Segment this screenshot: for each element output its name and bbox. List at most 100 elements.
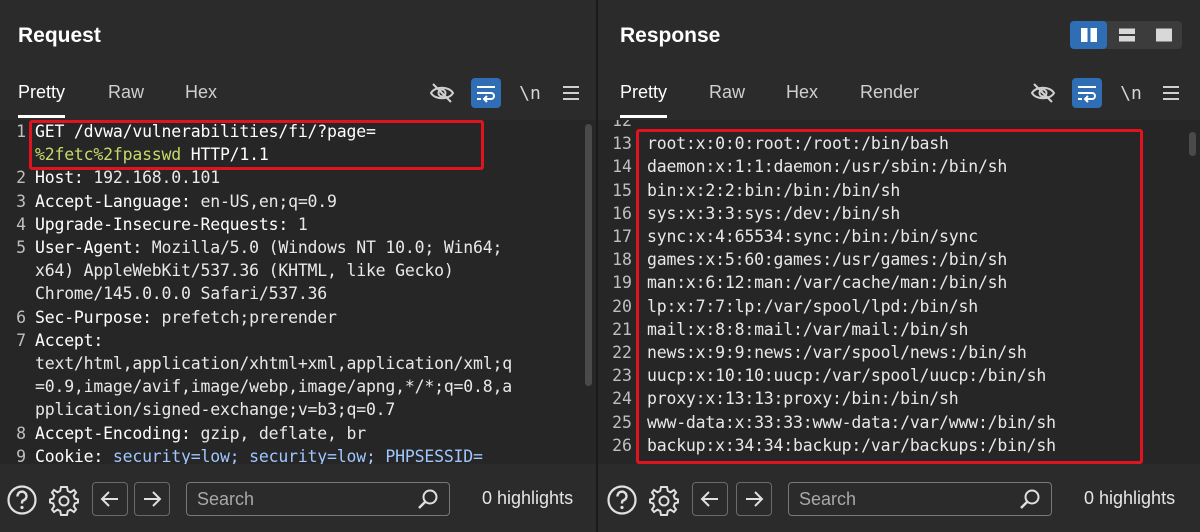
line-number: 6	[16, 307, 26, 327]
line-number: 23	[612, 366, 632, 386]
next-button[interactable]	[134, 482, 170, 516]
search-icon[interactable]	[417, 488, 439, 515]
tab-pretty[interactable]: Pretty	[620, 68, 668, 118]
tab-hex[interactable]: Hex	[786, 68, 818, 118]
line-number: 18	[612, 250, 632, 270]
highlight-box-passwd-output	[636, 129, 1143, 464]
line-number: 22	[612, 343, 632, 362]
code-token: security=low; security=low; PHPSESSID=	[103, 446, 483, 464]
newline-toggle[interactable]: \n	[515, 78, 545, 108]
line-number: 25	[612, 412, 632, 432]
settings-gear-icon[interactable]	[48, 484, 80, 516]
code-token: User-Agent:	[35, 238, 143, 257]
request-editor[interactable]: 1 GET /dvwa/vulnerabilities/fi/?page= %2fe…	[0, 120, 596, 464]
request-tabs: Pretty Raw Hex	[0, 68, 596, 118]
code-line: text/html,application/xhtml+xml,applicat…	[35, 354, 512, 373]
request-search-box	[186, 482, 450, 516]
code-token: =0.9,image/avif,image/webp,image/apng,*/…	[35, 377, 512, 397]
response-panel: Response Pretty Raw Hex Render \n 12 13 ro…	[598, 0, 1200, 532]
menu-icon[interactable]	[1156, 78, 1186, 108]
code-token: Host:	[35, 168, 84, 188]
line-number: 1	[16, 122, 26, 141]
line-number: 3	[16, 191, 26, 211]
code-token: Cookie:	[35, 446, 104, 464]
code-line: pplication/signed-exchange;v=b3;q=0.7	[35, 400, 395, 419]
line-number: 14	[612, 157, 632, 177]
line-number: 4	[16, 214, 26, 234]
previous-button[interactable]	[92, 482, 128, 516]
line-number: 15	[612, 180, 632, 200]
response-search-input[interactable]	[799, 487, 1009, 511]
code-token: text/html,application/xhtml+xml,applicat…	[35, 354, 512, 373]
code-token: 1	[288, 214, 308, 234]
highlight-box-request-line	[29, 120, 484, 170]
layout-single-button[interactable]	[1145, 21, 1182, 49]
code-token: Accept-Language:	[35, 191, 191, 211]
code-line: Host: 192.168.0.101	[35, 168, 220, 187]
line-number: 5	[16, 238, 26, 257]
tab-hex[interactable]: Hex	[185, 68, 217, 118]
next-button[interactable]	[736, 482, 772, 516]
line-number: 24	[612, 389, 632, 409]
request-footer: 0 highlights	[0, 468, 596, 532]
request-scrollbar[interactable]	[585, 124, 592, 386]
code-line: Accept-Language: en-US,en;q=0.9	[35, 192, 337, 211]
wrap-lines-icon[interactable]	[471, 78, 501, 108]
line-number: 19	[612, 273, 632, 293]
menu-icon[interactable]	[556, 78, 586, 108]
code-line: Sec-Purpose: prefetch;prerender	[35, 308, 337, 327]
code-token: Mozilla/5.0 (Windows NT 10.0; Win64;	[142, 238, 503, 257]
code-line: User-Agent: Mozilla/5.0 (Windows NT 10.0…	[35, 238, 502, 257]
code-token: 192.168.0.101	[83, 168, 220, 188]
line-number: 2	[16, 168, 26, 188]
code-token: x64) AppleWebKit/537.36 (KHTML, like Gec…	[35, 261, 454, 281]
response-tabs: Pretty Raw Hex Render	[598, 68, 1200, 118]
tab-render[interactable]: Render	[860, 68, 919, 118]
code-token: pplication/signed-exchange;v=b3;q=0.7	[35, 400, 396, 420]
help-icon[interactable]	[6, 484, 38, 516]
line-number: 7	[16, 330, 26, 350]
layout-stacked-button[interactable]	[1108, 21, 1145, 49]
settings-gear-icon[interactable]	[648, 484, 680, 516]
response-scrollbar[interactable]	[1189, 132, 1196, 156]
line-number: 16	[612, 203, 632, 223]
layout-side-by-side-button[interactable]	[1070, 21, 1107, 49]
code-token: prefetch;prerender	[151, 307, 337, 327]
highlights-count: 0 highlights	[482, 488, 574, 508]
line-number: 8	[16, 423, 26, 443]
help-icon[interactable]	[606, 484, 638, 516]
request-title: Request	[18, 24, 101, 47]
previous-button[interactable]	[692, 482, 728, 516]
response-editor[interactable]: 12 13 root:x:0:0:root:/root:/bin/bash 14 dae…	[598, 120, 1200, 464]
line-number: 12	[612, 120, 632, 130]
line-number: 26	[612, 435, 632, 455]
line-number: 17	[612, 227, 632, 246]
tab-raw[interactable]: Raw	[709, 68, 745, 118]
code-line: Cookie: security=low; security=low; PHPS…	[35, 447, 483, 464]
request-panel: Request Pretty Raw Hex \n 1 GET /dvwa/vul…	[0, 0, 596, 532]
code-line: Upgrade-Insecure-Requests: 1	[35, 215, 308, 234]
code-line: Chrome/145.0.0.0 Safari/537.36	[35, 284, 327, 303]
layout-toggle-group	[1070, 21, 1182, 49]
code-token: Accept:	[35, 330, 104, 350]
response-title: Response	[620, 24, 721, 47]
code-token: gzip, deflate, br	[190, 423, 366, 443]
highlights-count: 0 highlights	[1084, 488, 1176, 508]
request-search-input[interactable]	[197, 487, 407, 511]
code-token: Upgrade-Insecure-Requests:	[35, 214, 289, 234]
hide-icon[interactable]	[427, 78, 457, 108]
code-token: Sec-Purpose:	[35, 307, 152, 327]
wrap-lines-icon[interactable]	[1072, 78, 1102, 108]
tab-raw[interactable]: Raw	[108, 68, 144, 118]
code-line: Accept-Encoding: gzip, deflate, br	[35, 424, 366, 443]
response-search-box	[788, 482, 1052, 516]
code-token: en-US,en;q=0.9	[190, 191, 337, 211]
response-footer: 0 highlights	[598, 468, 1200, 532]
code-token: Chrome/145.0.0.0 Safari/537.36	[35, 284, 328, 304]
newline-toggle[interactable]: \n	[1116, 78, 1146, 108]
tab-pretty[interactable]: Pretty	[18, 68, 66, 118]
line-number: 13	[612, 134, 632, 154]
search-icon[interactable]	[1019, 488, 1041, 515]
hide-icon[interactable]	[1028, 78, 1058, 108]
line-number: 21	[612, 319, 632, 339]
